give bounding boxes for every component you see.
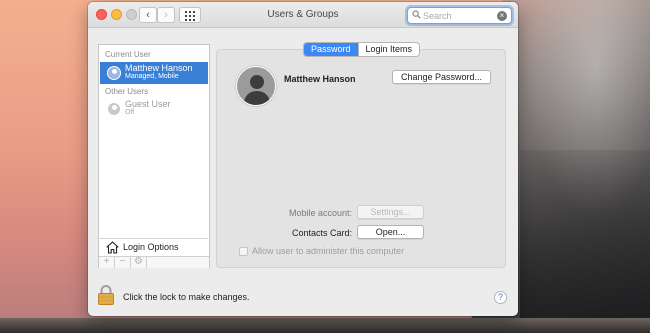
tab-bar: Password Login Items bbox=[303, 42, 421, 57]
users-sidebar: Current User Matthew Hanson Managed, Mob… bbox=[98, 44, 210, 268]
other-users-heading: Other Users bbox=[105, 87, 149, 96]
zoom-window-button[interactable] bbox=[126, 9, 137, 20]
change-password-button[interactable]: Change Password... bbox=[392, 70, 491, 84]
add-user-button[interactable]: + bbox=[99, 257, 115, 268]
search-field[interactable]: × bbox=[407, 7, 512, 24]
sidebar-user-subtitle: Managed, Mobile bbox=[125, 73, 179, 80]
contacts-card-label: Contacts Card: bbox=[291, 228, 352, 238]
back-button[interactable]: ‹ bbox=[139, 7, 157, 23]
guest-avatar-icon bbox=[107, 102, 121, 116]
sidebar-button-bar: + − ⚙ bbox=[99, 256, 209, 268]
search-icon bbox=[412, 10, 421, 22]
clear-search-icon[interactable]: × bbox=[497, 11, 507, 21]
current-user-heading: Current User bbox=[105, 50, 151, 59]
allow-admin-checkbox[interactable] bbox=[239, 247, 248, 256]
lock-status-text: Click the lock to make changes. bbox=[123, 292, 250, 302]
user-avatar-icon bbox=[107, 66, 121, 80]
user-full-name: Matthew Hanson bbox=[284, 74, 356, 84]
tab-password[interactable]: Password bbox=[304, 43, 358, 56]
minimize-window-button[interactable] bbox=[111, 9, 122, 20]
allow-admin-label: Allow user to administer this computer bbox=[252, 246, 405, 256]
sidebar-user-subtitle: Off bbox=[125, 109, 135, 116]
help-button[interactable]: ? bbox=[494, 291, 507, 304]
sidebar-user-guest[interactable]: Guest User Off bbox=[100, 98, 208, 120]
house-icon bbox=[106, 241, 119, 254]
users-groups-window: ‹ › Users & Groups × Current User Matthe… bbox=[88, 2, 518, 316]
wallpaper-ground bbox=[0, 318, 650, 333]
sidebar-user-name: Guest User bbox=[125, 99, 171, 109]
login-options-item[interactable]: Login Options bbox=[100, 238, 208, 256]
user-picture-icon[interactable] bbox=[236, 66, 276, 106]
remove-user-button[interactable]: − bbox=[115, 257, 131, 268]
tab-login-items[interactable]: Login Items bbox=[357, 43, 420, 56]
window-title: Users & Groups bbox=[267, 9, 339, 20]
sidebar-user-current[interactable]: Matthew Hanson Managed, Mobile bbox=[100, 62, 208, 84]
wallpaper-shadow bbox=[520, 150, 650, 333]
open-contacts-button[interactable]: Open... bbox=[357, 225, 424, 239]
search-input[interactable] bbox=[423, 9, 495, 22]
forward-button[interactable]: › bbox=[157, 7, 175, 23]
show-all-grid-button[interactable] bbox=[179, 7, 201, 23]
mobile-account-label: Mobile account: bbox=[288, 208, 352, 218]
title-bar: ‹ › Users & Groups × bbox=[88, 2, 518, 28]
gear-icon[interactable]: ⚙ bbox=[131, 257, 147, 268]
lock-icon[interactable] bbox=[97, 284, 115, 306]
sidebar-user-name: Matthew Hanson bbox=[125, 63, 193, 73]
close-window-button[interactable] bbox=[96, 9, 107, 20]
settings-button[interactable]: Settings... bbox=[357, 205, 424, 219]
login-options-label: Login Options bbox=[123, 242, 179, 252]
